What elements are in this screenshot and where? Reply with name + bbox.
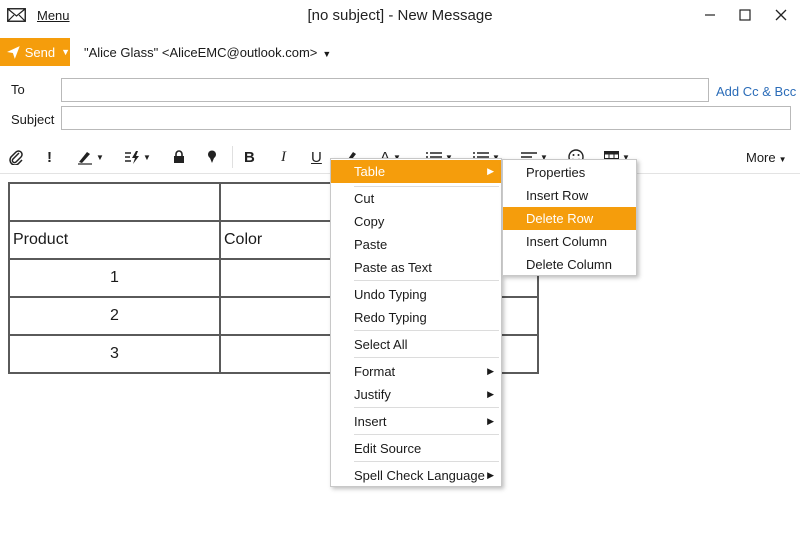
menu-divider	[354, 330, 499, 331]
chevron-right-icon: ▶	[487, 366, 494, 376]
menu-item-edit-source[interactable]: Edit Source	[331, 437, 501, 460]
italic-icon: I	[281, 148, 286, 165]
maximize-icon	[739, 9, 751, 21]
context-menu: Table ▶ Cut Copy Paste Paste as Text Undo…	[330, 158, 502, 487]
menu-divider	[354, 434, 499, 435]
underline-icon: U	[311, 148, 322, 166]
quick-text-button[interactable]: ▼	[124, 147, 151, 167]
chevron-right-icon: ▶	[487, 416, 494, 426]
menu-divider	[354, 461, 499, 462]
menu-item-cut[interactable]: Cut	[331, 187, 501, 210]
menu-item-spell-check-language[interactable]: Spell Check Language ▶	[331, 464, 501, 487]
table-submenu: Properties Insert Row Delete Row Insert …	[502, 159, 637, 276]
chevron-down-icon: ▼	[322, 49, 332, 59]
chevron-down-icon: ▼	[778, 155, 787, 164]
menu-item-format[interactable]: Format ▶	[331, 360, 501, 383]
menu-item-insert-row[interactable]: Insert Row	[503, 184, 636, 207]
to-label: To	[11, 82, 25, 97]
send-button[interactable]: Send ▼	[0, 38, 70, 66]
chevron-down-icon: ▼	[61, 47, 70, 57]
chevron-right-icon: ▶	[487, 166, 494, 176]
menu-item-paste-as-text[interactable]: Paste as Text	[331, 256, 501, 279]
priority-button[interactable]: !	[47, 147, 52, 167]
minimize-button[interactable]	[695, 4, 725, 26]
chevron-right-icon: ▶	[487, 389, 494, 399]
table-cell[interactable]: 3	[8, 334, 221, 374]
maximize-button[interactable]	[730, 4, 760, 26]
menu-item-copy[interactable]: Copy	[331, 210, 501, 233]
subject-label: Subject	[11, 112, 55, 127]
close-button[interactable]	[766, 4, 796, 26]
signature-icon	[78, 152, 92, 165]
lock-icon	[174, 150, 184, 163]
bold-button[interactable]: B	[244, 147, 255, 167]
menu-divider	[354, 357, 499, 358]
from-selector[interactable]: "Alice Glass" <AliceEMC@outlook.com> ▼	[84, 45, 331, 60]
table-cell[interactable]: Product	[8, 220, 221, 260]
chevron-down-icon: ▼	[143, 152, 151, 162]
menu-divider	[354, 280, 499, 281]
subject-field[interactable]	[61, 106, 791, 130]
table-cell[interactable]: 1	[8, 258, 221, 298]
minimize-icon	[705, 14, 715, 16]
toolbar-divider	[232, 146, 233, 168]
window-title: [no subject] - New Message	[307, 7, 493, 24]
more-button[interactable]: More ▼	[746, 150, 787, 165]
menu-item-insert[interactable]: Insert ▶	[331, 410, 501, 433]
underline-button[interactable]: U	[311, 147, 322, 167]
chevron-down-icon: ▼	[96, 152, 104, 162]
table-cell[interactable]	[8, 182, 221, 222]
italic-button[interactable]: I	[281, 147, 286, 167]
send-label: Send	[24, 44, 56, 60]
priority-icon: !	[47, 148, 52, 166]
add-cc-bcc-link[interactable]: Add Cc & Bcc	[716, 84, 796, 99]
menu-item-justify[interactable]: Justify ▶	[331, 383, 501, 406]
chevron-right-icon: ▶	[487, 470, 494, 480]
from-address: "Alice Glass" <AliceEMC@outlook.com>	[84, 45, 318, 60]
to-field[interactable]	[61, 78, 709, 102]
menu-item-properties[interactable]: Properties	[503, 161, 636, 184]
send-icon	[7, 45, 20, 59]
table-cell[interactable]: 2	[8, 296, 221, 336]
quick-text-icon	[125, 150, 139, 164]
menu-item-table[interactable]: Table ▶	[331, 160, 501, 183]
title-bar: Menu [no subject] - New Message	[0, 0, 800, 32]
more-label: More	[746, 150, 776, 165]
attach-icon	[9, 150, 23, 165]
sign-button[interactable]	[206, 147, 218, 167]
menu-item-insert-column[interactable]: Insert Column	[503, 230, 636, 253]
attach-button[interactable]	[9, 147, 23, 167]
encrypt-button[interactable]	[173, 147, 185, 167]
menu-item-paste[interactable]: Paste	[331, 233, 501, 256]
pin-icon	[208, 150, 216, 163]
menu-item-delete-row[interactable]: Delete Row	[503, 207, 636, 230]
menu-item-redo-typing[interactable]: Redo Typing	[331, 306, 501, 329]
signature-button[interactable]: ▼	[77, 147, 104, 167]
menu-divider	[354, 407, 499, 408]
menu-item-delete-column[interactable]: Delete Column	[503, 253, 636, 276]
menu-item-select-all[interactable]: Select All	[331, 333, 501, 356]
bold-icon: B	[244, 148, 255, 166]
close-icon	[775, 9, 787, 21]
menu-item-undo-typing[interactable]: Undo Typing	[331, 283, 501, 306]
